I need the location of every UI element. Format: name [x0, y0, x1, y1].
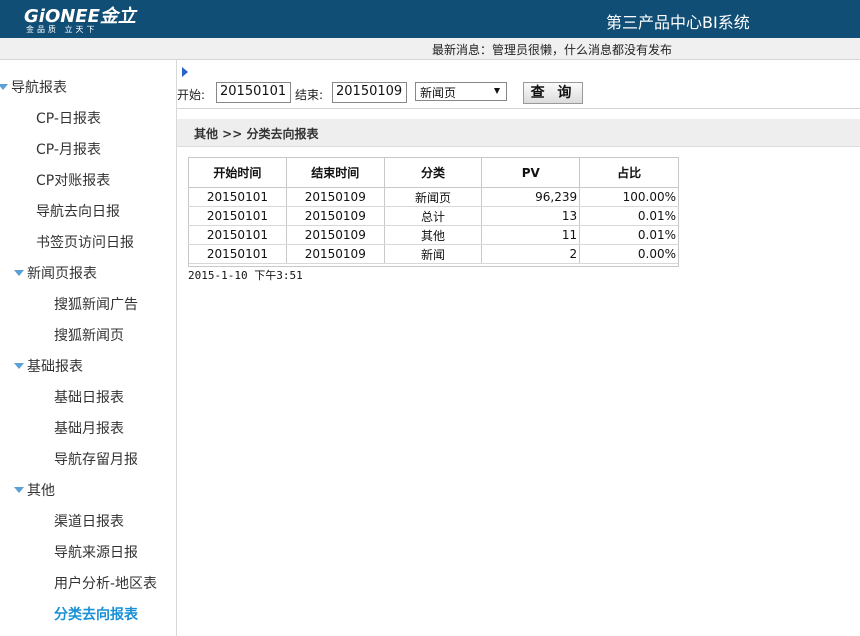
sidebar-item-label: 其他 [27, 483, 55, 499]
sidebar-item-7[interactable]: 搜狐新闻广告 [54, 295, 138, 315]
table-cell: 0.01% [579, 206, 679, 226]
sidebar-item-label: 导航来源日报 [54, 545, 138, 561]
gionee-logo: GiONEE金立 金品质 立天下 [24, 3, 142, 35]
dropdown-arrow-icon [494, 88, 500, 94]
table-cell: 其他 [383, 225, 483, 245]
expand-triangle-icon [0, 84, 8, 90]
sidebar-item-1[interactable]: CP-日报表 [36, 109, 101, 129]
sidebar-item-label: CP-日报表 [36, 111, 101, 127]
sidebar-item-10[interactable]: 基础日报表 [54, 388, 124, 408]
sidebar-item-5[interactable]: 书签页访问日报 [36, 233, 134, 253]
sidebar-item-17[interactable]: 分类去向报表 [54, 605, 138, 625]
sidebar-item-label: 新闻页报表 [27, 266, 97, 282]
expand-triangle-icon [14, 487, 24, 493]
sidebar-item-label: 基础月报表 [54, 421, 124, 437]
header-bar: GiONEE金立 金品质 立天下 第三产品中心BI系统 [0, 0, 860, 38]
sidebar-item-label: 分类去向报表 [54, 607, 138, 623]
start-date-input[interactable]: 20150101 [216, 82, 291, 103]
sidebar-item-2[interactable]: CP-月报表 [36, 140, 101, 160]
table-cell: 11 [481, 225, 581, 245]
table-row: 20150101 20150109 其他 11 0.01% [188, 225, 679, 245]
sidebar-group-6[interactable]: 新闻页报表 [14, 264, 97, 284]
table-cell: 2 [481, 244, 581, 264]
generated-timestamp: 2015-1-10 下午3:51 [188, 269, 303, 282]
sidebar-item-12[interactable]: 导航存留月报 [54, 450, 138, 470]
start-date-label: 开始: [177, 88, 206, 102]
page-type-select[interactable]: 新闻页 [415, 82, 507, 101]
table-cell: 20150101 [188, 187, 287, 207]
sidebar-group-9[interactable]: 基础报表 [14, 357, 83, 377]
sidebar-item-label: 搜狐新闻页 [54, 328, 124, 344]
breadcrumb: 其他 >> 分类去向报表 [194, 127, 319, 141]
report-table: 开始时间 结束时间 分类 PV 占比 20150101 20150109 新闻页 96… [188, 157, 679, 264]
table-cell: 总计 [383, 206, 483, 226]
column-header-pv: PV [481, 157, 581, 188]
system-title: 第三产品中心BI系统 [606, 13, 750, 32]
filter-divider [177, 108, 860, 109]
sidebar-item-label: 导航去向日报 [36, 204, 120, 220]
sidebar-item-16[interactable]: 用户分析-地区表 [54, 574, 157, 594]
table-row: 20150101 20150109 新闻 2 0.00% [188, 244, 679, 264]
sidebar-item-3[interactable]: CP对账报表 [36, 171, 110, 191]
table-cell: 20150109 [285, 225, 385, 245]
notice-bar: 最新消息：管理员很懒，什么消息都没有发布 [0, 38, 860, 60]
sidebar-group-0[interactable]: 导航报表 [0, 78, 67, 98]
breadcrumb-bar: 其他 >> 分类去向报表 [177, 119, 860, 147]
end-date-label: 结束: [295, 88, 324, 102]
sidebar-item-8[interactable]: 搜狐新闻页 [54, 326, 124, 346]
sidebar-item-14[interactable]: 渠道日报表 [54, 512, 124, 532]
table-row: 20150101 20150109 总计 13 0.01% [188, 206, 679, 226]
table-row: 20150101 20150109 新闻页 96,239 100.00% [188, 187, 679, 207]
sidebar-item-11[interactable]: 基础月报表 [54, 419, 124, 439]
table-cell: 96,239 [481, 187, 581, 207]
expand-triangle-icon [14, 363, 24, 369]
column-header-category: 分类 [383, 157, 483, 188]
sidebar-item-label: 用户分析-地区表 [54, 576, 158, 592]
main-content: 开始: 20150101 结束: 20150109 新闻页 查 询 其他 >> … [176, 60, 860, 636]
table-header-row: 开始时间 结束时间 分类 PV 占比 [188, 157, 679, 188]
sidebar-item-label: 基础日报表 [54, 390, 124, 406]
sidebar-nav: 导航报表 CP-日报表 CP-月报表 CP对账报表 导航去向日报 书签页访问日报新闻页报表… [0, 66, 176, 636]
table-cell: 13 [481, 206, 581, 226]
sidebar-item-label: 基础报表 [27, 359, 83, 375]
table-cell: 0.00% [579, 244, 679, 264]
column-header-end-time: 结束时间 [285, 157, 385, 188]
sidebar-item-label: 书签页访问日报 [36, 235, 134, 251]
sidebar-item-label: 导航报表 [11, 80, 67, 96]
logo-slogan: 金品质 立天下 [26, 25, 98, 34]
table-cell: 20150101 [188, 244, 287, 264]
table-cell: 20150109 [285, 187, 385, 207]
sidebar-item-4[interactable]: 导航去向日报 [36, 202, 120, 222]
sidebar-item-label: 渠道日报表 [54, 514, 124, 530]
table-cell: 新闻页 [383, 187, 483, 207]
sidebar-item-label: CP对账报表 [36, 173, 111, 189]
table-cell: 100.00% [579, 187, 679, 207]
end-date-input[interactable]: 20150109 [332, 82, 407, 103]
table-cell: 新闻 [383, 244, 483, 264]
table-cell: 20150101 [188, 225, 287, 245]
table-cell: 20150109 [285, 244, 385, 264]
sidebar-group-13[interactable]: 其他 [14, 481, 55, 501]
sidebar-item-label: CP-月报表 [36, 142, 101, 158]
column-header-start-time: 开始时间 [188, 157, 287, 188]
table-cell: 20150101 [188, 206, 287, 226]
sidebar-item-15[interactable]: 导航来源日报 [54, 543, 138, 563]
page-type-select-value: 新闻页 [420, 86, 457, 100]
query-button[interactable]: 查 询 [523, 82, 583, 104]
sidebar-item-label: 搜狐新闻广告 [54, 297, 138, 313]
table-cell: 20150109 [285, 206, 385, 226]
latest-notice: 最新消息：管理员很懒，什么消息都没有发布 [432, 43, 673, 57]
expand-triangle-icon [14, 270, 24, 276]
column-header-ratio: 占比 [579, 157, 679, 188]
sidebar-item-label: 导航存留月报 [54, 452, 138, 468]
table-cell: 0.01% [579, 225, 679, 245]
collapse-toggle-icon[interactable] [182, 67, 188, 77]
